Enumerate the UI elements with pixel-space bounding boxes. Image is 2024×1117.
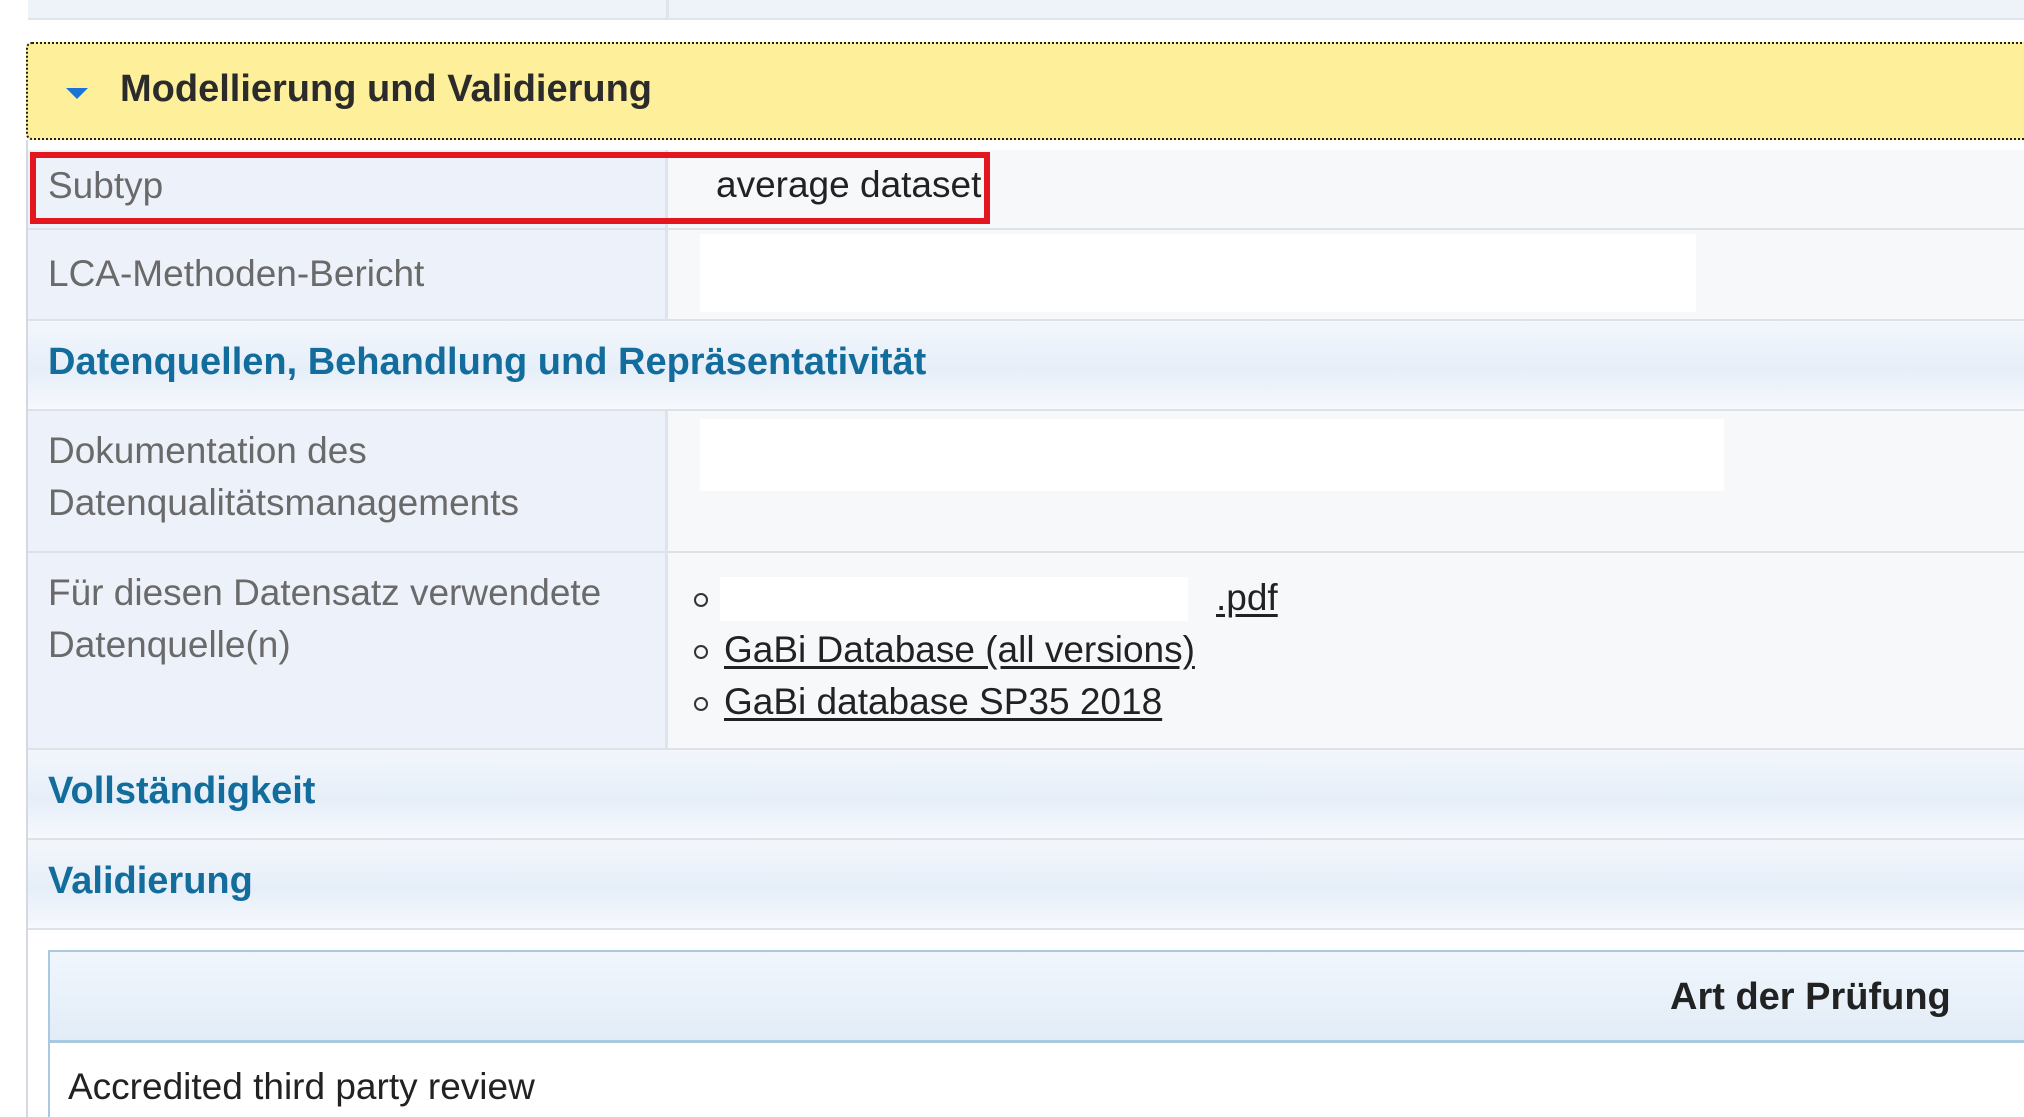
table-cell-review-type: Accredited third party review [68, 1066, 535, 1107]
row-data-sources: Für diesen Datensatz verwendete Datenque… [28, 553, 2024, 750]
section-header-modelling-validation[interactable]: Modellierung und Validierung [26, 42, 2024, 140]
source-link-gabi-sp35[interactable]: GaBi database SP35 2018 [724, 681, 1162, 723]
column-divider [666, 0, 669, 18]
list-item: .pdf [668, 577, 1368, 623]
row-label-line1: Dokumentation des [48, 430, 367, 471]
row-value-cell: .pdf GaBi Database (all versions) GaBi d… [668, 553, 2024, 748]
row-label: LCA-Methoden-Bericht [28, 230, 668, 319]
source-link-pdf[interactable]: .pdf [1216, 577, 1278, 619]
row-label: Subtyp [28, 150, 668, 228]
list-item: GaBi Database (all versions) [668, 629, 1368, 675]
bullet-circle-icon [694, 593, 708, 607]
redacted-area [700, 234, 1696, 312]
row-label: Für diesen Datensatz verwendete Datenque… [28, 553, 668, 748]
row-label-line2: Datenqualitätsmanagements [48, 482, 520, 523]
table-header: Art der Prüfung [50, 952, 2024, 1043]
subsection-title: Vollständigkeit [48, 770, 316, 812]
subsection-completeness[interactable]: Vollständigkeit [28, 750, 2024, 840]
row-subtype: Subtyp average dataset [28, 150, 2024, 230]
row-lca-report: LCA-Methoden-Bericht [28, 230, 2024, 321]
previous-row-remnant [28, 0, 2024, 20]
subsection-title: Validierung [48, 860, 253, 902]
redacted-area [700, 419, 1724, 491]
subsection-data-sources[interactable]: Datenquellen, Behandlung und Repräsentat… [28, 321, 2024, 411]
row-data-quality-doc: Dokumentation des Datenqualitätsmanageme… [28, 411, 2024, 553]
page: Modellierung und Validierung Subtyp aver… [0, 0, 2024, 1117]
source-link-gabi-all[interactable]: GaBi Database (all versions) [724, 629, 1195, 671]
redacted-filename [720, 577, 1188, 621]
row-label-line1: Für diesen Datensatz verwendete [48, 572, 602, 613]
subtype-value: average dataset [716, 164, 982, 205]
row-value-cell [668, 411, 2024, 551]
row-label-line2: Datenquelle(n) [48, 624, 291, 665]
column-header-review-type: Art der Prüfung [1670, 976, 1951, 1018]
subsection-validation[interactable]: Validierung [28, 840, 2024, 930]
section-title: Modellierung und Validierung [120, 68, 653, 110]
bullet-circle-icon [694, 645, 708, 659]
bullet-circle-icon [694, 697, 708, 711]
subsection-title: Datenquellen, Behandlung und Repräsentat… [48, 341, 927, 383]
list-item: GaBi database SP35 2018 [668, 681, 1368, 727]
review-table: Art der Prüfung Accredited third party r… [48, 950, 2024, 1117]
row-value-cell [668, 230, 2024, 319]
row-value-cell: average dataset [668, 150, 2024, 228]
caret-down-icon[interactable] [66, 88, 88, 99]
row-label: Dokumentation des Datenqualitätsmanageme… [28, 411, 668, 551]
